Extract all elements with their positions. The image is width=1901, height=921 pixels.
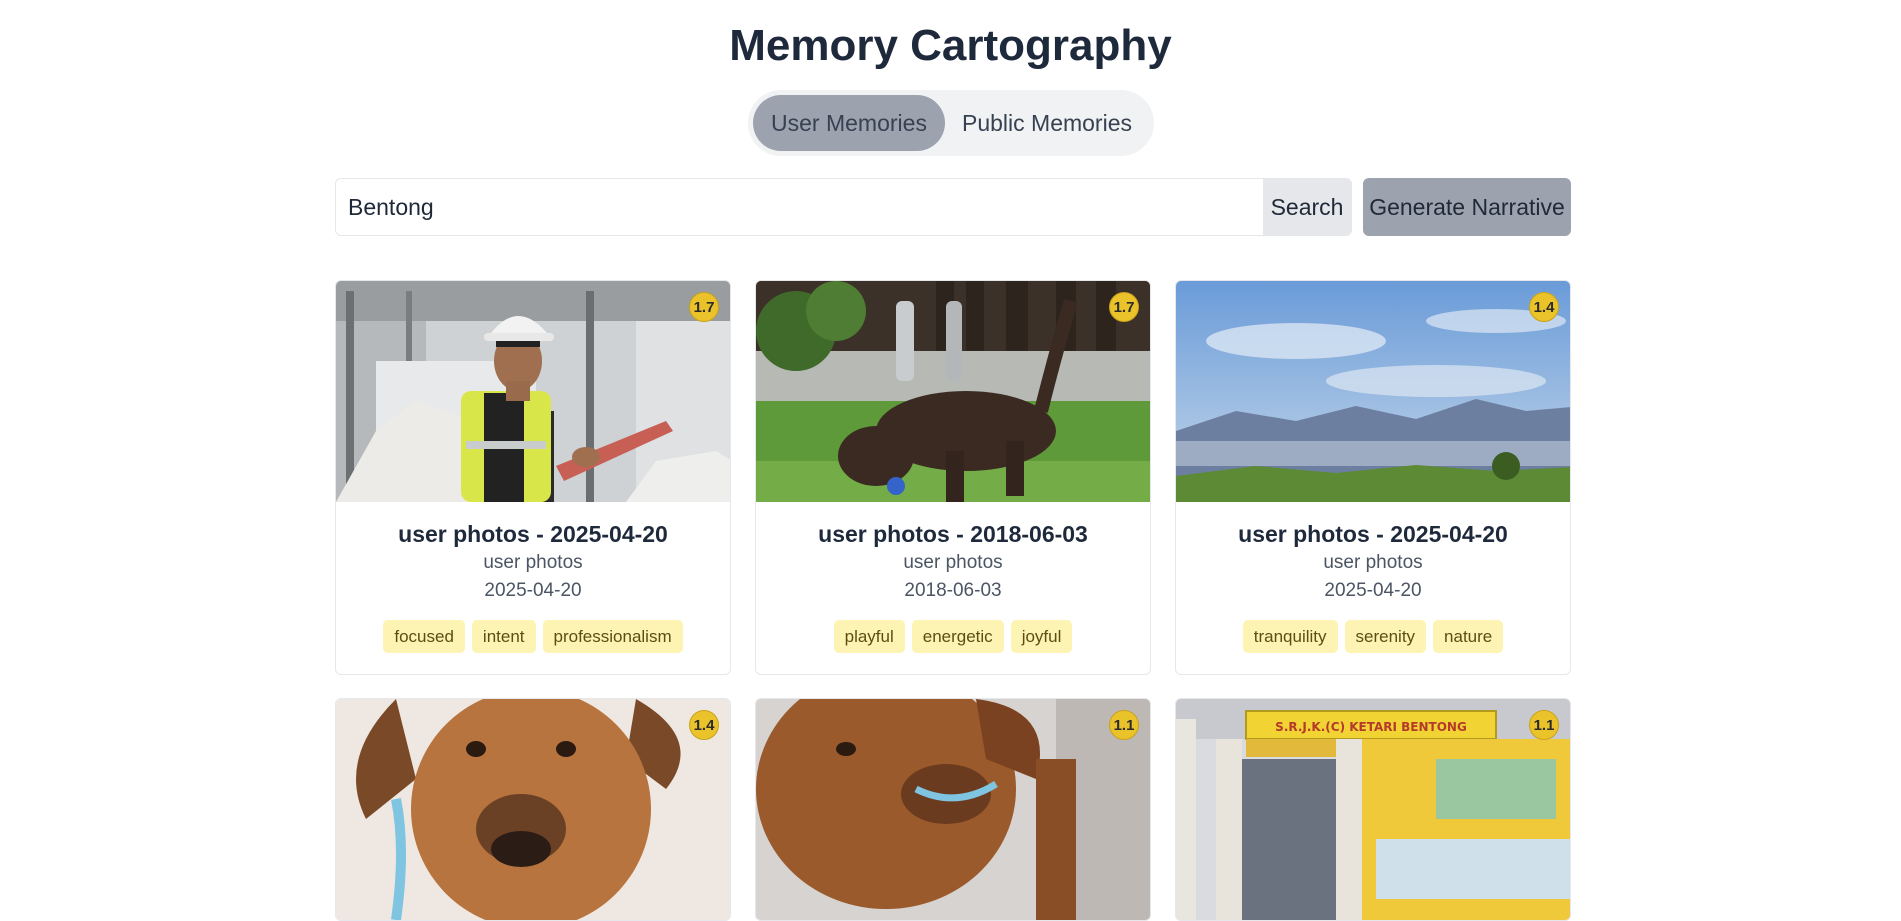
card-date: 2025-04-20	[1324, 580, 1422, 601]
memory-card[interactable]: S.R.J.K.(C) KETARI BENTONG 1.1	[1175, 698, 1571, 921]
tab-user-memories[interactable]: User Memories	[753, 95, 945, 151]
memory-photo-mountains: 1.4	[1176, 281, 1570, 502]
memory-photo-school-gate: S.R.J.K.(C) KETARI BENTONG 1.1	[1176, 699, 1570, 920]
relevance-score-badge: 1.1	[1109, 710, 1139, 740]
memory-card[interactable]: 1.4 user photos - 2025-04-20 user photos…	[1175, 280, 1571, 675]
card-title: user photos - 2025-04-20	[398, 521, 668, 547]
tag: energetic	[911, 620, 1004, 653]
memory-card[interactable]: 1.7 user photos - 2018-06-03 user photos…	[755, 280, 1151, 675]
memory-card[interactable]: 1.4	[335, 698, 731, 921]
relevance-score-badge: 1.4	[1529, 292, 1559, 322]
tag-list: focused intent professionalism	[336, 620, 730, 653]
memory-photo-dog-grass: 1.7	[756, 281, 1150, 502]
card-source: user photos	[903, 552, 1003, 573]
search-input[interactable]	[336, 179, 1263, 235]
card-source: user photos	[483, 552, 583, 573]
memory-card[interactable]: 1.7 user photos - 2025-04-20 user photos…	[335, 280, 731, 675]
memory-photo-worker: 1.7	[336, 281, 730, 502]
memory-photo-dog-looking-down: 1.1	[756, 699, 1150, 920]
search-button[interactable]: Search	[1263, 179, 1351, 235]
card-date: 2018-06-03	[904, 580, 1002, 601]
relevance-score-badge: 1.1	[1529, 710, 1559, 740]
tag-list: tranquility serenity nature	[1176, 620, 1570, 653]
memory-card[interactable]: 1.1	[755, 698, 1151, 921]
tag: serenity	[1344, 620, 1427, 653]
search-bar: Search	[335, 178, 1352, 236]
tag: intent	[471, 620, 536, 653]
relevance-score-badge: 1.4	[689, 710, 719, 740]
tag: focused	[383, 620, 465, 653]
tag: joyful	[1010, 620, 1073, 653]
relevance-score-badge: 1.7	[1109, 292, 1139, 322]
tag: playful	[833, 620, 905, 653]
memory-type-toggle: User Memories Public Memories	[748, 90, 1154, 156]
relevance-score-badge: 1.7	[689, 292, 719, 322]
page-title: Memory Cartography	[729, 21, 1172, 70]
tag: nature	[1433, 620, 1504, 653]
school-sign-text: S.R.J.K.(C) KETARI BENTONG	[1275, 720, 1467, 734]
card-date: 2025-04-20	[484, 580, 582, 601]
generate-narrative-button[interactable]: Generate Narrative	[1363, 178, 1571, 236]
card-title: user photos - 2025-04-20	[1238, 521, 1508, 547]
tag: tranquility	[1242, 620, 1338, 653]
tag-list: playful energetic joyful	[756, 620, 1150, 653]
tag: professionalism	[542, 620, 683, 653]
memory-photo-dog-closeup: 1.4	[336, 699, 730, 920]
card-source: user photos	[1323, 552, 1423, 573]
card-title: user photos - 2018-06-03	[818, 521, 1088, 547]
tab-public-memories[interactable]: Public Memories	[945, 95, 1149, 151]
